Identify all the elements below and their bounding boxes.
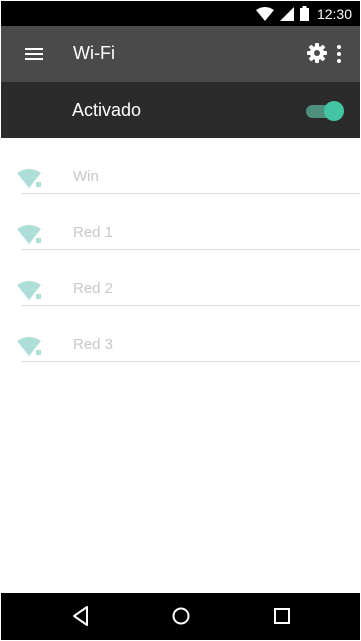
wifi-lock-icon — [17, 281, 41, 300]
status-bar: 12:30 — [1, 1, 360, 26]
network-item[interactable]: Red 2 — [1, 250, 360, 306]
gear-icon[interactable] — [305, 41, 329, 65]
phone-screen: 12:30 Wi-Fi Activado Win Red 1 Red 2 Red… — [1, 1, 360, 640]
battery-icon — [299, 6, 309, 21]
page-title: Wi-Fi — [73, 43, 115, 63]
wifi-lock-icon — [17, 337, 41, 356]
network-item[interactable]: Red 1 — [1, 194, 360, 250]
back-icon[interactable] — [69, 604, 93, 628]
toggle-label: Activado — [72, 100, 142, 120]
network-name: Red 3 — [73, 336, 114, 353]
network-name: Red 2 — [73, 280, 114, 297]
switch-thumb — [324, 101, 344, 121]
network-item[interactable]: Win — [1, 138, 360, 194]
clock: 12:30 — [316, 5, 352, 22]
wifi-lock-icon — [17, 225, 41, 244]
divider — [21, 361, 360, 362]
network-name: Red 1 — [73, 224, 114, 241]
app-bar: Wi-Fi — [1, 26, 360, 82]
wifi-switch[interactable] — [304, 100, 344, 122]
cell-signal-icon — [279, 6, 294, 21]
network-item[interactable]: Red 3 — [1, 306, 360, 362]
menu-icon[interactable] — [23, 44, 45, 64]
wifi-toggle-row: Activado — [1, 82, 360, 138]
network-list: Win Red 1 Red 2 Red 3 — [1, 138, 360, 362]
nav-bar — [1, 593, 360, 640]
network-name: Win — [73, 168, 99, 185]
recents-icon[interactable] — [270, 604, 294, 628]
home-icon[interactable] — [169, 604, 193, 628]
wifi-lock-icon — [17, 169, 41, 188]
more-vert-icon[interactable] — [334, 42, 344, 66]
wifi-signal-icon — [255, 6, 274, 21]
